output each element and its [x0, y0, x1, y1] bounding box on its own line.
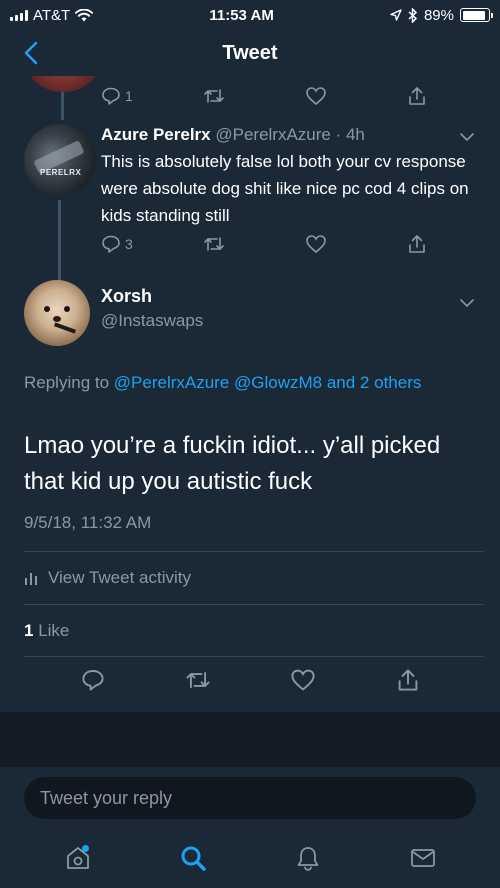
wifi-icon: [75, 8, 94, 21]
share-button[interactable]: [407, 234, 500, 254]
divider: [24, 551, 484, 552]
battery-percent: 89%: [423, 6, 454, 24]
share-button[interactable]: [388, 668, 428, 698]
share-button[interactable]: [407, 86, 500, 106]
thread-line: [61, 92, 64, 120]
tab-home[interactable]: [48, 833, 108, 883]
chevron-left-icon: [24, 41, 38, 65]
divider: [24, 604, 484, 605]
chevron-down-icon[interactable]: [458, 128, 476, 146]
status-right: 89%: [390, 6, 493, 24]
chevron-down-icon[interactable]: [458, 294, 476, 312]
clock: 11:53 AM: [209, 6, 274, 24]
tab-notifications[interactable]: [278, 833, 338, 883]
replying-to-links[interactable]: @PerelrxAzure @GlowzM8 and 2 others: [114, 373, 422, 392]
reply-input[interactable]: Tweet your reply: [24, 777, 476, 819]
avatar[interactable]: PERELRX: [24, 124, 96, 196]
reply-button[interactable]: 3: [101, 234, 203, 254]
replying-to: Replying to @PerelrxAzure @GlowzM8 and 2…: [24, 370, 454, 396]
page-title: Tweet: [222, 41, 278, 64]
heart-icon: [290, 669, 315, 691]
thread-end-spacer: [0, 712, 500, 767]
avatar-logo-text: PERELRX: [40, 168, 82, 177]
bluetooth-icon: [408, 7, 418, 23]
reply-count: 1: [125, 88, 133, 104]
search-icon: [181, 846, 206, 871]
retweet-icon: [204, 89, 224, 103]
like-button[interactable]: [283, 668, 323, 698]
bar-chart-icon: [25, 573, 37, 585]
like-count-label: Like: [33, 621, 70, 640]
like-button[interactable]: [305, 86, 407, 106]
reply-icon: [102, 87, 120, 105]
reply-placeholder: Tweet your reply: [40, 787, 173, 808]
avatar-nose: [53, 316, 61, 322]
back-button[interactable]: [16, 38, 46, 68]
previous-tweet-actions: 1: [101, 86, 500, 106]
likes-count[interactable]: 1 Like: [24, 621, 69, 641]
tweet-timestamp: 9/5/18, 11:32 AM: [24, 513, 152, 532]
carrier-label: AT&T: [33, 6, 71, 24]
author-name[interactable]: Azure Perelrx: [101, 125, 211, 144]
retweet-button[interactable]: [178, 668, 218, 698]
thread-line: [58, 200, 61, 290]
like-button[interactable]: [305, 234, 407, 254]
retweet-button[interactable]: [203, 86, 305, 106]
share-icon: [409, 235, 425, 253]
previous-tweet-avatar[interactable]: [27, 76, 99, 92]
reply-tweet-actions: 3: [101, 234, 500, 254]
reply-icon: [81, 670, 104, 691]
divider: [24, 656, 484, 657]
main-tweet-actions: [0, 668, 500, 698]
mail-icon: [410, 849, 435, 867]
heart-icon: [306, 87, 326, 106]
author-handle-time: @PerelrxAzure · 4h: [215, 125, 365, 144]
bell-icon: [297, 847, 318, 871]
reply-button[interactable]: [73, 668, 113, 698]
avatar-eye: [44, 306, 50, 312]
reply-count: 3: [125, 236, 133, 252]
tweet-thread[interactable]: 1 PERELRX Azure Perelrx @PerelrxAzure · …: [0, 76, 500, 712]
view-activity-label: View Tweet activity: [48, 568, 191, 587]
tab-messages[interactable]: [393, 833, 453, 883]
nav-bar: Tweet: [0, 30, 500, 76]
tweet-text: Lmao you’re a fuckin idiot... y’all pick…: [24, 432, 441, 495]
signal-icon: [10, 9, 28, 21]
author-handle[interactable]: @Instaswaps: [101, 311, 203, 331]
view-activity-link[interactable]: View Tweet activity: [24, 568, 191, 588]
avatar-cigarette: [53, 322, 77, 334]
tweet-text: This is absolutely false lol both your c…: [101, 152, 469, 225]
tweet-body: Azure Perelrx @PerelrxAzure · 4h This is…: [101, 124, 471, 229]
battery-fill: [462, 10, 485, 20]
tab-bar: [0, 828, 500, 888]
status-bar: AT&T 11:53 AM 89%: [0, 0, 500, 30]
status-left: AT&T: [10, 6, 94, 24]
notification-dot: [81, 845, 89, 852]
battery-icon: [460, 8, 493, 22]
tweet-header: Azure Perelrx @PerelrxAzure · 4h: [101, 124, 471, 146]
location-icon: [390, 9, 402, 21]
author-name[interactable]: Xorsh: [101, 286, 152, 307]
tab-search[interactable]: [163, 833, 223, 883]
share-icon: [398, 669, 417, 691]
reply-icon: [102, 235, 120, 253]
avatar[interactable]: [24, 280, 90, 346]
retweet-button[interactable]: [203, 234, 305, 254]
share-icon: [409, 87, 425, 105]
replying-prefix: Replying to: [24, 373, 114, 392]
retweet-icon: [185, 671, 210, 689]
heart-icon: [306, 235, 326, 254]
avatar-eye: [64, 306, 70, 312]
retweet-icon: [204, 237, 224, 251]
reply-button[interactable]: 1: [101, 86, 203, 106]
